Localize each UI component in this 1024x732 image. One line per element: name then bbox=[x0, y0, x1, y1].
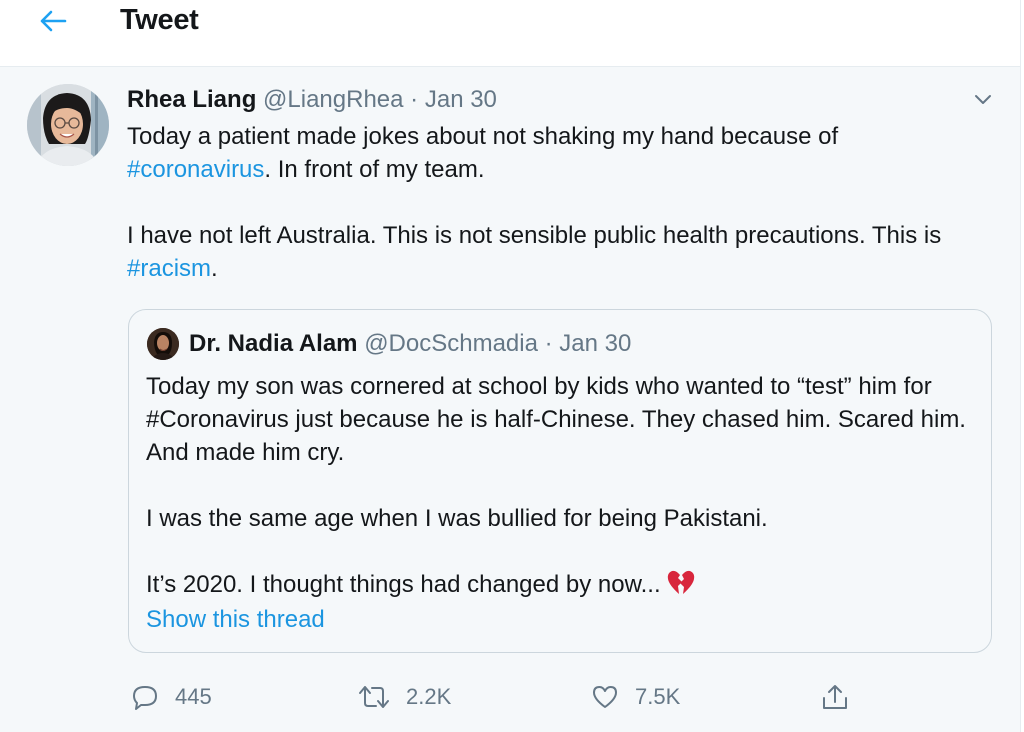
separator-dot: · bbox=[410, 86, 419, 113]
avatar[interactable] bbox=[27, 84, 109, 166]
show-thread-link[interactable]: Show this thread bbox=[146, 606, 325, 634]
share-button[interactable] bbox=[820, 680, 850, 714]
tweet-date[interactable]: Jan 30 bbox=[425, 86, 497, 113]
broken-heart-icon bbox=[667, 570, 695, 605]
header-bar: Tweet bbox=[0, 0, 1021, 67]
tweet-text-line: Today a patient made jokes about not sha… bbox=[127, 123, 839, 150]
tweet-text: Today a patient made jokes about not sha… bbox=[127, 120, 987, 285]
tweet-text-line: I have not left Australia. This is not s… bbox=[127, 222, 942, 249]
quoted-tweet-card[interactable]: Dr. Nadia Alam @DocSchmadia · Jan 30 Tod… bbox=[128, 309, 992, 653]
retweet-icon bbox=[358, 683, 390, 711]
arrow-left-icon bbox=[38, 9, 68, 38]
page-title: Tweet bbox=[120, 4, 199, 36]
quoted-avatar[interactable] bbox=[147, 328, 179, 360]
separator-dot: · bbox=[544, 330, 553, 357]
author-handle[interactable]: @LiangRhea bbox=[263, 86, 403, 113]
hashtag-coronavirus-link[interactable]: #coronavirus bbox=[127, 156, 264, 183]
quoted-author-name[interactable]: Dr. Nadia Alam bbox=[189, 330, 358, 357]
back-button[interactable] bbox=[36, 6, 70, 40]
like-button[interactable]: 7.5K bbox=[591, 680, 680, 714]
tweet-text-end: . bbox=[211, 255, 218, 282]
author-name[interactable]: Rhea Liang bbox=[127, 86, 256, 113]
retweet-button[interactable]: 2.2K bbox=[358, 680, 451, 714]
share-icon bbox=[820, 682, 850, 712]
quoted-tweet-header: Dr. Nadia Alam @DocSchmadia · Jan 30 bbox=[189, 330, 631, 358]
more-options-button[interactable] bbox=[970, 86, 996, 112]
quoted-paragraph: It’s 2020. I thought things had changed … bbox=[146, 571, 661, 598]
avatar-photo bbox=[27, 84, 109, 166]
reply-count: 445 bbox=[175, 684, 212, 709]
quoted-tweet-text: Today my son was cornered at school by k… bbox=[146, 370, 976, 605]
reply-icon bbox=[131, 683, 159, 711]
quoted-paragraph: Today my son was cornered at school by k… bbox=[146, 373, 966, 466]
quoted-avatar-photo bbox=[147, 328, 179, 360]
chevron-down-icon bbox=[970, 95, 996, 116]
quoted-tweet-date: Jan 30 bbox=[559, 330, 632, 357]
quoted-author-handle[interactable]: @DocSchmadia bbox=[364, 330, 538, 357]
reply-button[interactable]: 445 bbox=[131, 680, 212, 714]
tweet-text-line: . In front of my team. bbox=[264, 156, 485, 183]
quoted-paragraph: I was the same age when I was bullied fo… bbox=[146, 505, 768, 532]
like-count: 7.5K bbox=[635, 684, 681, 709]
retweet-count: 2.2K bbox=[406, 684, 452, 709]
heart-icon bbox=[591, 683, 619, 711]
hashtag-racism-link[interactable]: #racism bbox=[127, 255, 211, 282]
tweet-header: Rhea Liang @LiangRhea · Jan 30 bbox=[127, 86, 497, 114]
